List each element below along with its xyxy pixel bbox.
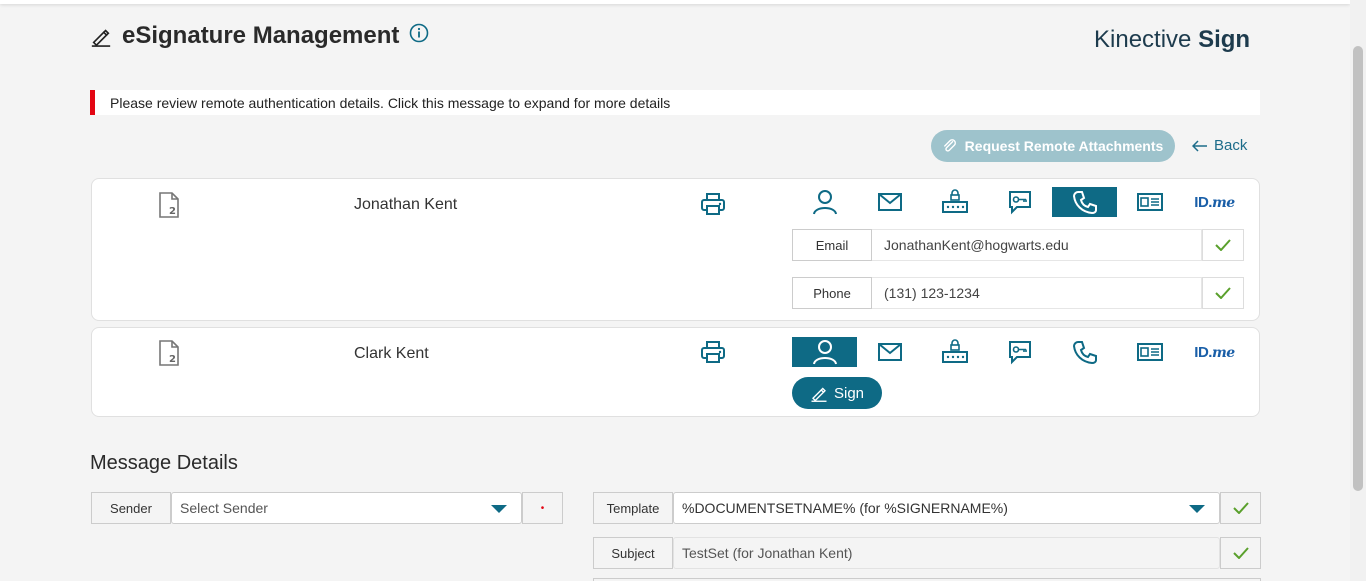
template-value: %DOCUMENTSETNAME% (for %SIGNERNAME%) [682, 500, 1008, 516]
auth-tab-phone[interactable] [1052, 337, 1117, 367]
sender-label: Sender [91, 492, 171, 524]
template-select[interactable]: %DOCUMENTSETNAME% (for %SIGNERNAME%) [673, 492, 1220, 524]
printer-icon[interactable] [700, 340, 726, 364]
subject-field[interactable]: TestSet (for Jonathan Kent) [673, 537, 1220, 569]
auth-method-tabs: ID.me [792, 337, 1247, 367]
auth-tab-person[interactable] [792, 187, 857, 217]
chat-key-icon [1008, 341, 1031, 365]
phone-verified-check [1202, 277, 1244, 309]
back-label: Back [1214, 137, 1248, 154]
request-remote-label: Request Remote Attachments [964, 138, 1164, 154]
auth-tab-idme[interactable]: ID.me [1182, 187, 1247, 217]
svg-text:2: 2 [169, 354, 176, 365]
idme-icon: ID.me [1194, 193, 1235, 211]
chat-key-icon [1008, 191, 1031, 215]
mail-icon [877, 343, 902, 361]
back-link[interactable]: Back [1192, 137, 1247, 154]
auth-tab-kba[interactable] [987, 337, 1052, 367]
signer-name: Jonathan Kent [354, 196, 458, 213]
sign-button-label: Sign [833, 384, 865, 402]
chevron-down-icon [491, 505, 507, 513]
sender-select[interactable]: Select Sender [171, 492, 522, 524]
phone-icon [1072, 191, 1097, 215]
auth-tab-person[interactable] [792, 337, 857, 367]
printer-icon[interactable] [700, 192, 726, 216]
page-header: eSignature Management [90, 22, 429, 50]
idme-id: ID. [1194, 193, 1212, 211]
signer-card: 2 Clark Kent ID.me Sign [91, 327, 1260, 417]
checkmark-icon [1232, 502, 1249, 514]
auth-tab-id-card[interactable] [1117, 187, 1182, 217]
auth-alert-message[interactable]: Please review remote authentication deta… [90, 90, 1260, 115]
auth-tab-id-card[interactable] [1117, 337, 1182, 367]
idme-me: me [1211, 344, 1235, 361]
mail-icon [877, 193, 902, 211]
brand-logo: Kinective Sign [1094, 26, 1250, 54]
document-signer-2-icon: 2 [159, 340, 179, 366]
email-field[interactable]: JonathanKent@hogwarts.edu [872, 229, 1202, 261]
phone-field-row: Phone (131) 123-1234 [792, 277, 1244, 309]
signer-name: Clark Kent [354, 345, 429, 362]
auth-tab-password[interactable] [922, 337, 987, 367]
info-icon[interactable] [409, 23, 429, 43]
auth-tab-phone[interactable] [1052, 187, 1117, 217]
template-verified-check [1220, 492, 1261, 524]
email-field-row: Email JonathanKent@hogwarts.edu [792, 229, 1244, 261]
brand-light: Kinective [1094, 26, 1199, 53]
idme-me: me [1211, 194, 1235, 211]
scrollbar[interactable] [1350, 0, 1366, 581]
arrow-left-icon [1192, 139, 1207, 152]
signature-pen-icon [91, 29, 111, 47]
phone-field-label: Phone [792, 277, 872, 309]
top-bar [0, 0, 1350, 4]
password-icon [941, 189, 968, 213]
auth-tab-email[interactable] [857, 337, 922, 367]
signature-pen-icon [811, 387, 827, 402]
person-icon [812, 190, 837, 215]
checkmark-icon [1232, 547, 1249, 559]
checkmark-icon [1215, 287, 1231, 299]
email-verified-check [1202, 229, 1244, 261]
auth-tab-password[interactable] [922, 187, 987, 217]
auth-method-tabs: ID.me [792, 187, 1247, 217]
id-card-icon [1136, 193, 1163, 211]
message-details-title: Message Details [90, 452, 238, 474]
page-title: eSignature Management [122, 22, 400, 49]
subject-label: Subject [593, 537, 673, 569]
checkmark-icon [1215, 239, 1231, 251]
template-label: Template [593, 492, 673, 524]
scrollbar-thumb[interactable] [1353, 46, 1363, 491]
email-field-label: Email [792, 229, 872, 261]
svg-text:2: 2 [169, 206, 176, 217]
id-card-icon [1136, 343, 1163, 361]
subject-verified-check [1220, 537, 1261, 569]
sender-required-indicator: • [522, 492, 563, 524]
chevron-down-icon [1189, 505, 1205, 513]
document-signer-2-icon: 2 [159, 192, 179, 218]
auth-tab-idme[interactable]: ID.me [1182, 337, 1247, 367]
phone-field[interactable]: (131) 123-1234 [872, 277, 1202, 309]
sender-placeholder: Select Sender [180, 500, 268, 516]
signer-card: 2 Jonathan Kent ID.me Email JonathanKent… [91, 178, 1260, 321]
subject-value: TestSet (for Jonathan Kent) [682, 545, 853, 561]
auth-tab-email[interactable] [857, 187, 922, 217]
idme-id: ID. [1194, 343, 1212, 361]
sign-button[interactable]: Sign [792, 377, 882, 409]
idme-icon: ID.me [1194, 343, 1235, 361]
person-icon [812, 340, 837, 365]
request-remote-attachments-button[interactable]: Request Remote Attachments [931, 130, 1175, 162]
auth-tab-kba[interactable] [987, 187, 1052, 217]
paperclip-icon [943, 139, 956, 152]
password-icon [941, 339, 968, 363]
phone-icon [1072, 341, 1097, 365]
brand-bold: Sign [1198, 26, 1251, 53]
